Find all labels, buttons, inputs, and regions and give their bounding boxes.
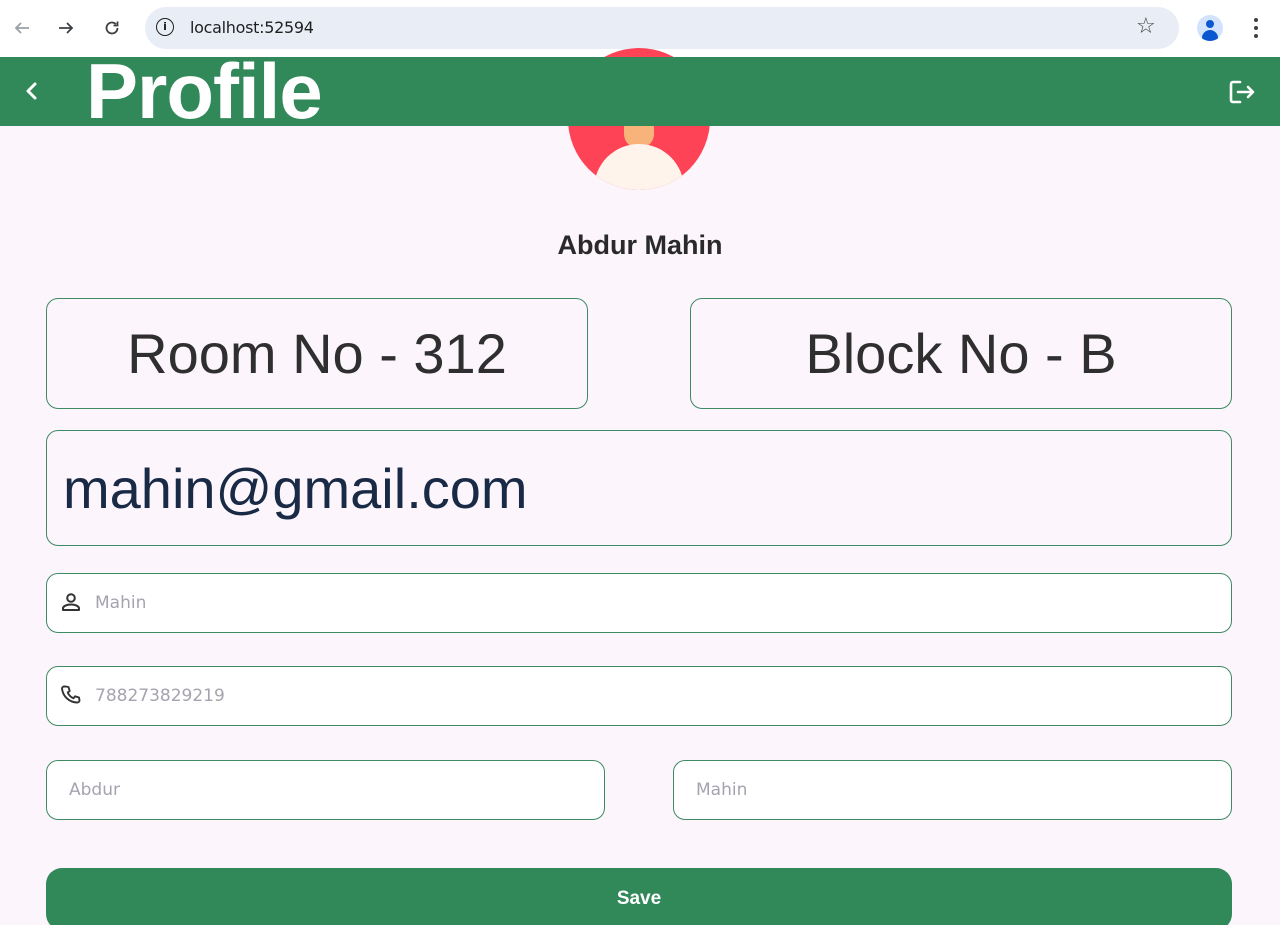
room-card: Room No - 312 (46, 298, 588, 409)
username-input[interactable] (95, 574, 1219, 632)
logout-icon[interactable] (1226, 77, 1258, 107)
last-name-field[interactable] (673, 760, 1232, 820)
reload-icon[interactable] (98, 14, 126, 42)
forward-arrow-icon[interactable] (52, 14, 80, 42)
username-field[interactable] (46, 573, 1232, 633)
room-number: Room No - 312 (127, 322, 507, 385)
phone-icon (59, 683, 83, 707)
first-name-input[interactable] (69, 761, 566, 819)
phone-field[interactable] (46, 666, 1232, 726)
profile-name: Abdur Mahin (557, 230, 723, 260)
browser-profile-icon[interactable] (1197, 15, 1223, 41)
phone-input[interactable] (95, 667, 1219, 725)
save-button[interactable]: Save (46, 868, 1232, 925)
url-text[interactable]: localhost:52594 (190, 18, 314, 37)
back-arrow-icon[interactable] (8, 14, 36, 42)
browser-menu-icon[interactable] (1244, 14, 1268, 42)
app-bar: Profile (0, 57, 1280, 126)
first-name-field[interactable] (46, 760, 605, 820)
person-icon (59, 590, 83, 614)
site-info-icon[interactable]: i (156, 18, 174, 36)
email-card: mahin@gmail.com (46, 430, 1232, 546)
last-name-input[interactable] (696, 761, 1193, 819)
block-number: Block No - B (805, 322, 1117, 385)
block-card: Block No - B (690, 298, 1232, 409)
avatar-shirt (594, 144, 684, 190)
email-address: mahin@gmail.com (63, 456, 528, 520)
chevron-left-icon[interactable] (18, 77, 46, 105)
bookmark-star-icon[interactable]: ☆ (1136, 14, 1156, 39)
page-title: Profile (86, 57, 323, 126)
